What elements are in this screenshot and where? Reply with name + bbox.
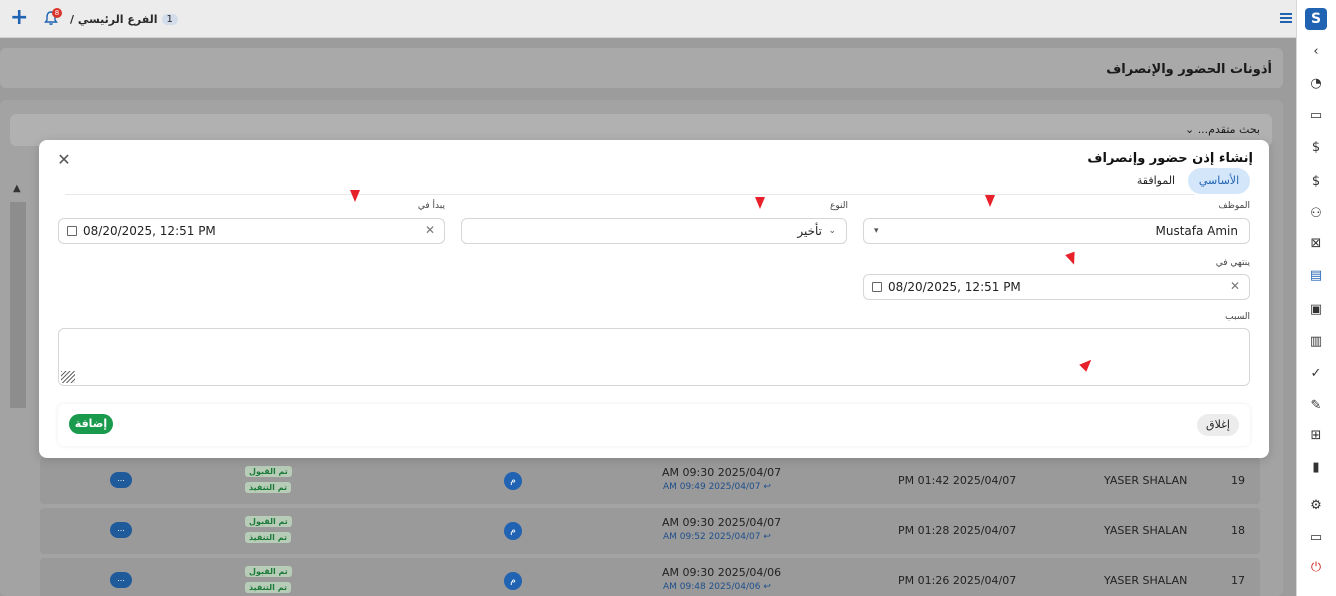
actual-time: AM 09:48 2025/04/06 ↩ bbox=[663, 582, 771, 592]
created-time: PM 01:26 2025/04/07 bbox=[898, 574, 1017, 587]
payroll-icon[interactable]: $ bbox=[1307, 172, 1325, 190]
actual-time: AM 09:52 2025/04/07 ↩ bbox=[663, 532, 771, 542]
ends-at-label: ينتهي في bbox=[1215, 258, 1250, 268]
status-badge-accepted: تم القبول bbox=[245, 566, 292, 577]
notification-count-badge: 8 bbox=[52, 8, 62, 18]
calculator-icon[interactable]: ⊠ bbox=[1307, 234, 1325, 252]
tab-basic[interactable]: الأساسي bbox=[1188, 168, 1250, 194]
collapse-chevron-icon[interactable]: ‹ bbox=[1307, 42, 1325, 60]
type-value: تأخير bbox=[797, 224, 822, 238]
created-time: PM 01:42 2025/04/07 bbox=[898, 474, 1017, 487]
close-icon[interactable]: ✕ bbox=[57, 152, 71, 168]
branch-number: 1 bbox=[161, 13, 178, 25]
advanced-search-label[interactable]: بحث متقدم... ⌄ bbox=[1185, 123, 1260, 136]
modal-title: إنشاء إذن حضور وإنصراف bbox=[1087, 151, 1253, 166]
scrollbar-thumb[interactable] bbox=[10, 202, 26, 408]
pen-icon[interactable]: ✎ bbox=[1307, 396, 1325, 414]
annotation-arrow bbox=[985, 195, 995, 207]
type-label: النوع bbox=[830, 201, 848, 211]
monitor-icon[interactable]: ▭ bbox=[1307, 528, 1325, 546]
scheduled-time: AM 09:30 2025/04/06 bbox=[662, 566, 782, 579]
ends-at-picker[interactable]: 08/20/2025, 12:51 PM ✕ bbox=[863, 274, 1250, 300]
employee-select[interactable]: Mustafa Amin ▾ bbox=[863, 218, 1250, 244]
scheduled-time: AM 09:30 2025/04/07 bbox=[662, 466, 782, 479]
top-bar: + 8 1 الفرع الرئيسي / bbox=[0, 0, 1296, 38]
starts-at-value: 08/20/2025, 12:51 PM bbox=[83, 224, 216, 238]
widgets-icon[interactable]: ▣ bbox=[1307, 300, 1325, 318]
type-select[interactable]: تأخير ⌄ bbox=[461, 218, 847, 244]
branch-breadcrumb[interactable]: 1 الفرع الرئيسي / bbox=[70, 10, 178, 28]
branch-name: الفرع الرئيسي / bbox=[70, 12, 158, 26]
add-icon[interactable]: + bbox=[10, 7, 28, 29]
resize-handle[interactable] bbox=[61, 371, 75, 383]
more-actions-button[interactable]: ... bbox=[110, 572, 132, 588]
annotation-arrow bbox=[350, 190, 360, 202]
sidebar: S ‹ ◔ ▭ $ $ ⚇ ⊠ ▤ ▣ ▥ ✓ ✎ ⊞ ▮ ⚙ ▭ ⏻ bbox=[1296, 0, 1336, 596]
table-row[interactable]: 17 YASER SHALAN PM 01:26 2025/04/07 AM 0… bbox=[40, 558, 1260, 596]
reason-textarea[interactable] bbox=[58, 328, 1250, 386]
employee-label: الموظف bbox=[1218, 201, 1250, 211]
tabs-divider bbox=[65, 194, 1195, 195]
scheduled-time: AM 09:30 2025/04/07 bbox=[662, 516, 782, 529]
more-actions-button[interactable]: ... bbox=[110, 472, 132, 488]
annotation-arrow bbox=[755, 197, 765, 209]
type-avatar: م bbox=[504, 572, 522, 590]
actual-time: AM 09:49 2025/04/07 ↩ bbox=[663, 482, 771, 492]
caret-down-icon: ▾ bbox=[874, 226, 879, 236]
modal-footer: إضافة إغلاق bbox=[58, 404, 1250, 446]
row-index: 18 bbox=[1231, 524, 1245, 537]
status-badge-accepted: تم القبول bbox=[245, 516, 292, 527]
reason-label: السبب bbox=[1225, 312, 1250, 322]
clear-icon[interactable]: ✕ bbox=[1230, 279, 1240, 293]
hierarchy-icon[interactable]: ⊞ bbox=[1307, 426, 1325, 444]
app-logo: S bbox=[1305, 8, 1327, 30]
calendar-icon bbox=[67, 226, 77, 236]
add-button[interactable]: إضافة bbox=[69, 414, 113, 434]
table-row[interactable]: 18 YASER SHALAN PM 01:28 2025/04/07 AM 0… bbox=[40, 508, 1260, 554]
cards-icon[interactable]: ▥ bbox=[1307, 332, 1325, 350]
close-button[interactable]: إغلاق bbox=[1197, 414, 1239, 436]
ends-at-value: 08/20/2025, 12:51 PM bbox=[888, 280, 1021, 294]
page-title: أذونات الحضور والإنصراف bbox=[1106, 62, 1272, 77]
chevron-down-icon: ⌄ bbox=[828, 226, 836, 236]
row-index: 17 bbox=[1231, 574, 1245, 587]
page-title-bar bbox=[0, 48, 1283, 88]
status-badge-executed: تم التنفيذ bbox=[245, 582, 291, 593]
row-index: 19 bbox=[1231, 474, 1245, 487]
scroll-up-icon[interactable]: ▲ bbox=[13, 183, 21, 194]
type-avatar: م bbox=[504, 472, 522, 490]
chevron-down-icon: ⌄ bbox=[1184, 123, 1195, 136]
gear-icon[interactable]: ⚙ bbox=[1307, 496, 1325, 514]
starts-at-label: يبدأ في bbox=[417, 201, 445, 211]
status-badge-executed: تم التنفيذ bbox=[245, 482, 291, 493]
clear-icon[interactable]: ✕ bbox=[425, 223, 435, 237]
employee-value: Mustafa Amin bbox=[1155, 224, 1239, 238]
type-avatar: م bbox=[504, 522, 522, 540]
created-time: PM 01:28 2025/04/07 bbox=[898, 524, 1017, 537]
finance-icon[interactable]: $ bbox=[1307, 138, 1325, 156]
employee-name: YASER SHALAN bbox=[1104, 524, 1188, 537]
status-badge-accepted: تم القبول bbox=[245, 466, 292, 477]
users-settings-icon[interactable]: ⚇ bbox=[1307, 204, 1325, 222]
document-icon[interactable]: ▤ bbox=[1307, 266, 1325, 284]
tab-approval[interactable]: الموافقة bbox=[1131, 168, 1181, 194]
more-actions-button[interactable]: ... bbox=[110, 522, 132, 538]
rocket-icon[interactable]: ✓ bbox=[1307, 364, 1325, 382]
status-badge-executed: تم التنفيذ bbox=[245, 532, 291, 543]
dashboard-gauge-icon[interactable]: ◔ bbox=[1307, 74, 1325, 92]
employee-name: YASER SHALAN bbox=[1104, 474, 1188, 487]
starts-at-picker[interactable]: 08/20/2025, 12:51 PM ✕ bbox=[58, 218, 445, 244]
calendar-icon bbox=[872, 282, 882, 292]
power-icon[interactable]: ⏻ bbox=[1307, 558, 1325, 576]
menu-icon[interactable] bbox=[1280, 13, 1292, 23]
employee-name: YASER SHALAN bbox=[1104, 574, 1188, 587]
table-row[interactable]: 19 YASER SHALAN PM 01:42 2025/04/07 AM 0… bbox=[40, 458, 1260, 504]
chart-icon[interactable]: ▮ bbox=[1307, 458, 1325, 476]
ticket-icon[interactable]: ▭ bbox=[1307, 106, 1325, 124]
scrollbar[interactable]: ▲ bbox=[10, 180, 26, 408]
create-permission-modal: إنشاء إذن حضور وإنصراف ✕ الأساسي الموافق… bbox=[39, 140, 1269, 458]
